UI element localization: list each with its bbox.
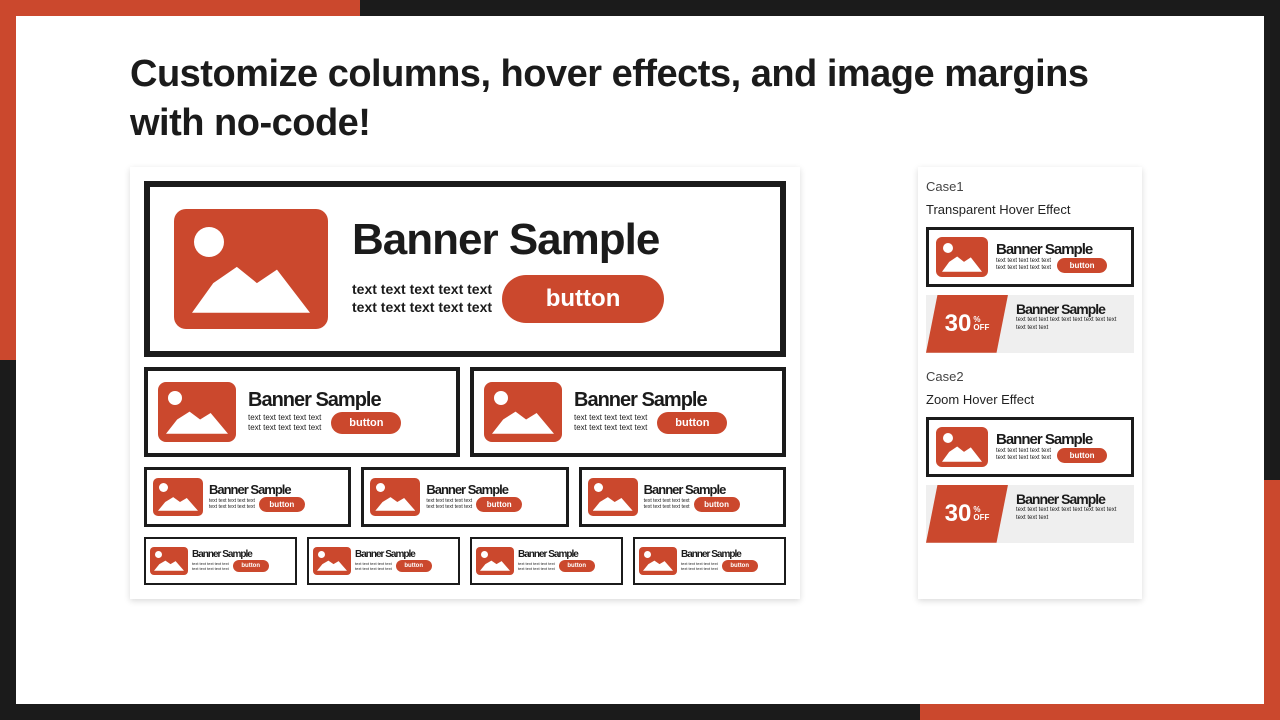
- image-icon: [313, 547, 351, 575]
- banner-button[interactable]: button: [722, 560, 758, 572]
- hover-effects-panel: Case1 Transparent Hover Effect Banner Sa…: [918, 167, 1142, 599]
- page-title: Customize columns, hover effects, and im…: [130, 50, 1130, 149]
- banner-button[interactable]: button: [476, 497, 522, 512]
- banner-desc: text text text text text text text text …: [996, 258, 1051, 273]
- banner-desc: text text text text text text text text …: [681, 561, 718, 571]
- banner-card[interactable]: Banner Sample text text text text text t…: [926, 227, 1134, 287]
- banner-button[interactable]: button: [694, 497, 740, 512]
- discount-number: 30: [945, 310, 972, 338]
- image-icon: [153, 478, 203, 516]
- banner-title: Banner Sample: [1016, 491, 1126, 507]
- banner-desc: text text text text text text text text …: [644, 498, 690, 511]
- banner-desc: text text text text text text text text …: [426, 498, 472, 511]
- banner-desc: text text text text text text text text …: [192, 561, 229, 571]
- banner-title: Banner Sample: [996, 241, 1124, 258]
- banner-title: Banner Sample: [996, 431, 1124, 448]
- banner-button[interactable]: button: [331, 412, 401, 434]
- banner-button[interactable]: button: [1057, 448, 1107, 463]
- image-icon: [370, 478, 420, 516]
- banner-title: Banner Sample: [352, 215, 756, 265]
- banner-button[interactable]: button: [233, 560, 269, 572]
- banner-desc: text text text text text text text text …: [518, 561, 555, 571]
- banner-card[interactable]: Banner Sampletext text text text text te…: [307, 537, 460, 585]
- frame-accent: [1264, 480, 1280, 720]
- image-icon: [476, 547, 514, 575]
- banner-button[interactable]: button: [559, 560, 595, 572]
- discount-badge: 30 %OFF: [926, 295, 1008, 353]
- banner-title: Banner Sample: [681, 549, 780, 560]
- discount-off: OFF: [973, 323, 989, 332]
- banner-title: Banner Sample: [574, 389, 772, 412]
- image-icon: [588, 478, 638, 516]
- banner-button[interactable]: button: [259, 497, 305, 512]
- banner-title: Banner Sample: [355, 549, 454, 560]
- banner-row-4up: Banner Sampletext text text text text te…: [144, 537, 786, 585]
- banner-button[interactable]: button: [657, 412, 727, 434]
- column-layout-panel: Banner Sample text text text text text t…: [130, 167, 800, 599]
- banner-title: Banner Sample: [209, 482, 342, 497]
- sale-banner[interactable]: 30 %OFF Banner Sample text text text tex…: [926, 485, 1134, 543]
- banner-desc: text text text text text text text text …: [574, 413, 647, 433]
- banner-card[interactable]: Banner Sampletext text text text text te…: [579, 467, 786, 527]
- banner-card[interactable]: Banner Sample text text text text text t…: [926, 417, 1134, 477]
- discount-number: 30: [945, 500, 972, 528]
- banner-card[interactable]: Banner Sampletext text text text text te…: [361, 467, 568, 527]
- banner-button[interactable]: button: [396, 560, 432, 572]
- case-label: Case2: [926, 369, 1134, 384]
- banner-card[interactable]: Banner Sampletext text text text text te…: [470, 367, 786, 457]
- image-icon: [639, 547, 677, 575]
- banner-card[interactable]: Banner Sample text text text text text t…: [144, 181, 786, 357]
- image-icon: [936, 427, 988, 467]
- frame-accent: [0, 0, 360, 16]
- banner-desc: text text text text text text text text …: [1016, 317, 1126, 333]
- image-icon: [158, 382, 236, 442]
- banner-desc: text text text text text text text text …: [209, 498, 255, 511]
- case-caption: Zoom Hover Effect: [926, 392, 1134, 407]
- frame-accent: [920, 704, 1280, 720]
- discount-badge: 30 %OFF: [926, 485, 1008, 543]
- discount-off: OFF: [973, 513, 989, 522]
- image-icon: [174, 209, 328, 329]
- banner-row-3up: Banner Sampletext text text text text te…: [144, 467, 786, 527]
- banner-card[interactable]: Banner Sampletext text text text text te…: [144, 467, 351, 527]
- banner-card[interactable]: Banner Sampletext text text text text te…: [144, 367, 460, 457]
- banner-title: Banner Sample: [192, 549, 291, 560]
- banner-title: Banner Sample: [644, 482, 777, 497]
- banner-button[interactable]: button: [1057, 258, 1107, 273]
- banner-desc: text text text text text text text text …: [355, 561, 392, 571]
- banner-title: Banner Sample: [1016, 301, 1126, 317]
- image-icon: [484, 382, 562, 442]
- case-label: Case1: [926, 179, 1134, 194]
- banner-title: Banner Sample: [518, 549, 617, 560]
- banner-row-2up: Banner Sampletext text text text text te…: [144, 367, 786, 457]
- banner-desc: text text text text text text text text …: [996, 448, 1051, 463]
- image-icon: [936, 237, 988, 277]
- frame-accent: [0, 0, 16, 360]
- banner-card[interactable]: Banner Sampletext text text text text te…: [144, 537, 297, 585]
- banner-title: Banner Sample: [426, 482, 559, 497]
- image-icon: [150, 547, 188, 575]
- banner-card[interactable]: Banner Sampletext text text text text te…: [633, 537, 786, 585]
- banner-desc: text text text text text text text text …: [1016, 507, 1126, 523]
- banner-button[interactable]: button: [502, 275, 664, 323]
- case-caption: Transparent Hover Effect: [926, 202, 1134, 217]
- banner-desc: text text text text text text text text …: [352, 281, 492, 316]
- sale-banner[interactable]: 30 %OFF Banner Sample text text text tex…: [926, 295, 1134, 353]
- banner-title: Banner Sample: [248, 389, 446, 412]
- banner-desc: text text text text text text text text …: [248, 413, 321, 433]
- banner-card[interactable]: Banner Sampletext text text text text te…: [470, 537, 623, 585]
